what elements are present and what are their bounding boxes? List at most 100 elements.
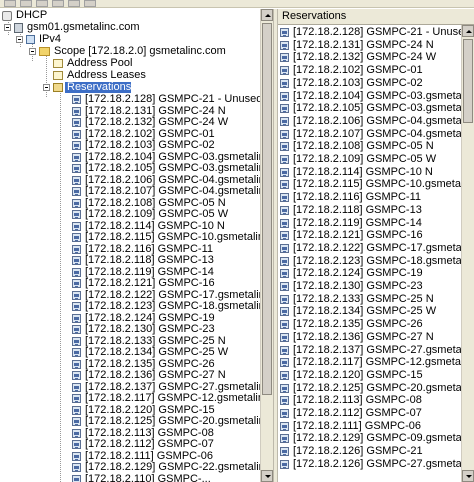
tree-reservation-item[interactable]: [172.18.2.107] GSMPC-04.gsmetalinc.com (72, 186, 260, 198)
list-item[interactable]: [172.18.2.132] GSMPC-24 W (280, 52, 436, 64)
list-item[interactable]: [172.18.2.121] GSMPC-16 (280, 230, 423, 242)
list-item[interactable]: [172.18.2.118] GSMPC-13 (280, 204, 422, 217)
tree-reservation-item[interactable]: [172.18.2.110] GSMPC-... (72, 473, 211, 482)
list-item[interactable]: [172.18.2.112] GSMPC-07 (280, 408, 422, 420)
reservation-icon (280, 129, 289, 139)
tree-reservation-item[interactable]: [172.18.2.136] GSMPC-27 N (72, 370, 226, 382)
list-item[interactable]: [172.18.2.136] GSMPC-27 N (280, 331, 434, 344)
reservation-label: [172.18.2.125] GSMPC-20.gsmetalinc.com (85, 415, 260, 427)
reservation-icon (280, 78, 289, 88)
reservation-label: [172.18.2.105] GSMPC-03.gsmetalinc.com (85, 162, 260, 174)
list-item[interactable]: [172.18.2.135] GSMPC-26 (280, 319, 423, 331)
reservation-label: [172.18.2.111] GSMPC-06 (85, 449, 213, 462)
reservation-icon (72, 187, 81, 196)
list-item[interactable]: [172.18.2.109] GSMPC-05 W (280, 154, 436, 166)
scroll-up-arrow-icon[interactable] (462, 25, 474, 37)
list-item[interactable]: [172.18.2.113] GSMPC-08 (280, 395, 422, 407)
scroll-down-arrow-icon[interactable] (261, 470, 273, 482)
list-item[interactable]: [172.18.2.103] GSMPC-02 (280, 77, 423, 90)
tree-reservation-item[interactable]: [172.18.2.123] GSMPC-18.gsmetalinc.com (72, 301, 260, 313)
list-item[interactable]: [172.18.2.111] GSMPC-06 (280, 420, 421, 433)
tree-reservation-item[interactable]: [172.18.2.129] GSMPC-22.gsmetalinc.com (72, 462, 260, 474)
list-item[interactable]: [172.18.2.117] GSMPC-12.gsmetalinc.com (280, 357, 474, 369)
tree-reservation-item[interactable]: [172.18.2.117] GSMPC-12.gsmetalinc.com (72, 393, 260, 405)
list-item[interactable]: [172.18.2.125] GSMPC-20.gsmetalinc.com (280, 382, 474, 395)
reservation-label: [172.18.2.137] GSMPC-27.gsmetalinc.com (293, 343, 474, 356)
tree-node-address-pool[interactable]: Address Pool (53, 58, 132, 70)
list-item[interactable]: [172.18.2.129] GSMPC-09.gsmetalinc.com (280, 433, 474, 445)
list-item[interactable]: [172.18.2.124] GSMPC-19 (280, 268, 423, 280)
list-item[interactable]: [172.18.2.107] GSMPC-04.gsmetalinc.com (280, 127, 474, 141)
tree-reservation-item[interactable]: [172.18.2.132] GSMPC-24 W (72, 117, 228, 129)
reservation-label: [172.18.2.121] GSMPC-16 (85, 277, 215, 289)
list-item[interactable]: [172.18.2.137] GSMPC-27.gsmetalinc.com (280, 343, 474, 357)
toolbar-refresh-button[interactable] (52, 0, 64, 7)
list-item[interactable]: [172.18.2.105] GSMPC-03.gsmetalinc.com (280, 103, 474, 115)
tree-reservation-item[interactable]: [172.18.2.128] GSMPC-21 - Unused (72, 94, 260, 106)
tree-reservation-item[interactable]: [172.18.2.112] GSMPC-07 (72, 439, 214, 451)
list-item[interactable]: [172.18.2.115] GSMPC-10.gsmetalinc.com (280, 179, 474, 191)
list-item[interactable]: [172.18.2.122] GSMPC-17.gsmetalinc.com (280, 242, 474, 255)
toolbar-up-button[interactable] (36, 0, 48, 7)
list-item[interactable]: [172.18.2.126] GSMPC-27.gsmetalinc.com (280, 458, 474, 471)
tree-node-scope[interactable]: Scope [172.18.2.0] gsmetalinc.com (29, 46, 226, 58)
list-item[interactable]: [172.18.2.133] GSMPC-25 N (280, 293, 434, 306)
column-header-reservations[interactable]: Reservations (278, 9, 474, 25)
list-item[interactable]: [172.18.2.119] GSMPC-14 (280, 217, 422, 230)
list-item[interactable]: [172.18.2.116] GSMPC-11 (280, 192, 421, 204)
reservation-label: [172.18.2.136] GSMPC-27 N (85, 369, 226, 381)
list-item[interactable]: [172.18.2.126] GSMPC-21 (280, 446, 423, 458)
tree-reservation-item[interactable]: [172.18.2.130] GSMPC-23 (72, 324, 215, 336)
tree-node-address-leases[interactable]: Address Leases (53, 70, 146, 82)
tree-node-dhcp[interactable]: DHCP (2, 10, 47, 22)
list-item[interactable]: [172.18.2.102] GSMPC-01 (280, 65, 423, 77)
list-scrollbar[interactable] (461, 25, 474, 482)
tree-reservation-item[interactable]: [172.18.2.105] GSMPC-03.gsmetalinc.com (72, 163, 260, 175)
toolbar-export-button[interactable] (68, 0, 80, 7)
reservation-label: [172.18.2.117] GSMPC-12.gsmetalinc.com (293, 356, 474, 369)
tree-node-ipv4[interactable]: IPv4 (16, 34, 61, 46)
tree-node-label: Address Leases (67, 69, 146, 81)
reservation-icon (72, 394, 81, 403)
scroll-down-arrow-icon[interactable] (462, 470, 474, 482)
list-item[interactable]: [172.18.2.104] GSMPC-03.gsmetalinc.com (280, 90, 474, 103)
reservation-label: [172.18.2.129] GSMPC-09.gsmetalinc.com (293, 432, 474, 445)
scroll-up-arrow-icon[interactable] (261, 9, 273, 21)
list-item[interactable]: [172.18.2.123] GSMPC-18.gsmetalinc.com (280, 254, 474, 268)
toolbar-help-button[interactable] (84, 0, 96, 7)
tree-node-server[interactable]: gsm01.gsmetalinc.com (4, 22, 140, 34)
reservation-icon (72, 382, 81, 392)
list-item[interactable]: [172.18.2.108] GSMPC-05 N (280, 141, 434, 153)
tree-reservation-item[interactable]: [172.18.2.134] GSMPC-25 W (72, 347, 228, 359)
tree-node-reservations[interactable]: Reservations (43, 82, 132, 94)
collapse-toggle-icon[interactable] (29, 48, 36, 55)
tree-reservation-item[interactable]: [172.18.2.121] GSMPC-16 (72, 278, 215, 290)
scroll-thumb[interactable] (463, 39, 473, 123)
collapse-toggle-icon[interactable] (43, 84, 50, 91)
list-item[interactable]: [172.18.2.120] GSMPC-15 (280, 369, 423, 382)
reservation-label: [172.18.2.107] GSMPC-04.gsmetalinc.com (293, 127, 474, 140)
tree-reservation-item[interactable]: [172.18.2.125] GSMPC-20.gsmetalinc.com (72, 416, 260, 428)
list-item[interactable]: [172.18.2.106] GSMPC-04.gsmetalinc.com (280, 115, 474, 128)
scroll-thumb[interactable] (262, 23, 272, 395)
toolbar-forward-button[interactable] (20, 0, 32, 7)
tree-scrollbar[interactable] (260, 9, 273, 482)
collapse-toggle-icon[interactable] (4, 24, 11, 31)
collapse-toggle-icon[interactable] (16, 36, 23, 43)
list-item[interactable]: [172.18.2.114] GSMPC-10 N (280, 166, 433, 179)
tree-node-label: gsm01.gsmetalinc.com (27, 21, 140, 33)
list-item[interactable]: [172.18.2.128] GSMPC-21 - Unused (280, 27, 470, 39)
list-item[interactable]: [172.18.2.131] GSMPC-24 N (280, 39, 434, 52)
reservation-icon (280, 40, 289, 50)
reservation-label: [172.18.2.124] GSMPC-19 (85, 311, 215, 324)
tree-reservation-item[interactable]: [172.18.2.118] GSMPC-13 (72, 255, 214, 267)
tree-reservation-item[interactable]: [172.18.2.115] GSMPC-10.gsmetalinc.com (72, 232, 260, 244)
tree-reservation-item[interactable]: [172.18.2.109] GSMPC-05 W (72, 209, 228, 221)
tree-reservation-item[interactable]: [172.18.2.103] GSMPC-02 (72, 140, 215, 152)
reservation-label: [172.18.2.132] GSMPC-24 W (293, 51, 437, 64)
list-item[interactable]: [172.18.2.130] GSMPC-23 (280, 281, 423, 293)
list-item[interactable]: [172.18.2.134] GSMPC-25 W (280, 306, 436, 318)
reservation-label: [172.18.2.123] GSMPC-18.gsmetalinc.com (293, 254, 474, 267)
server-icon (14, 23, 23, 33)
toolbar-back-button[interactable] (4, 0, 16, 7)
